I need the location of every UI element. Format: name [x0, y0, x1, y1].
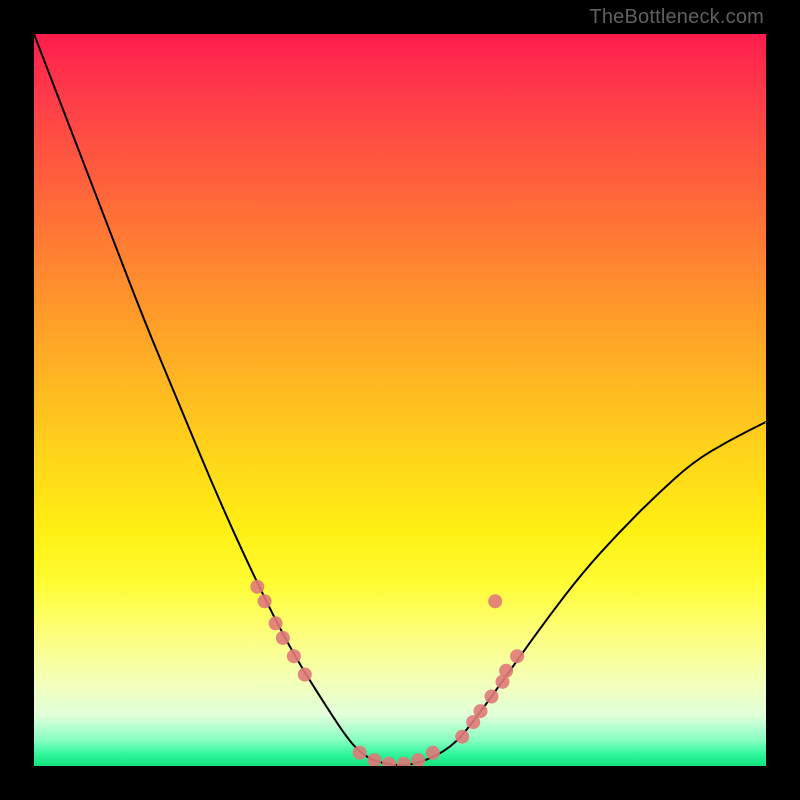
data-marker — [455, 730, 469, 744]
plot-area — [34, 34, 766, 766]
chart-svg — [34, 34, 766, 766]
data-marker — [298, 668, 312, 682]
watermark-text: TheBottleneck.com — [589, 6, 764, 29]
data-marker — [276, 631, 290, 645]
data-marker — [287, 649, 301, 663]
chart-frame: TheBottleneck.com — [0, 0, 800, 800]
data-marker — [474, 704, 488, 718]
data-marker — [485, 690, 499, 704]
data-marker — [250, 580, 264, 594]
data-marker — [488, 594, 502, 608]
data-marker — [510, 649, 524, 663]
data-marker — [382, 757, 396, 766]
data-marker — [353, 746, 367, 760]
data-marker — [269, 616, 283, 630]
data-marker — [499, 664, 513, 678]
data-marker — [426, 746, 440, 760]
data-marker — [258, 594, 272, 608]
data-marker — [367, 753, 381, 766]
data-marker — [411, 753, 425, 766]
marker-group — [250, 580, 524, 766]
data-marker — [397, 757, 411, 766]
curve-path — [34, 34, 766, 765]
